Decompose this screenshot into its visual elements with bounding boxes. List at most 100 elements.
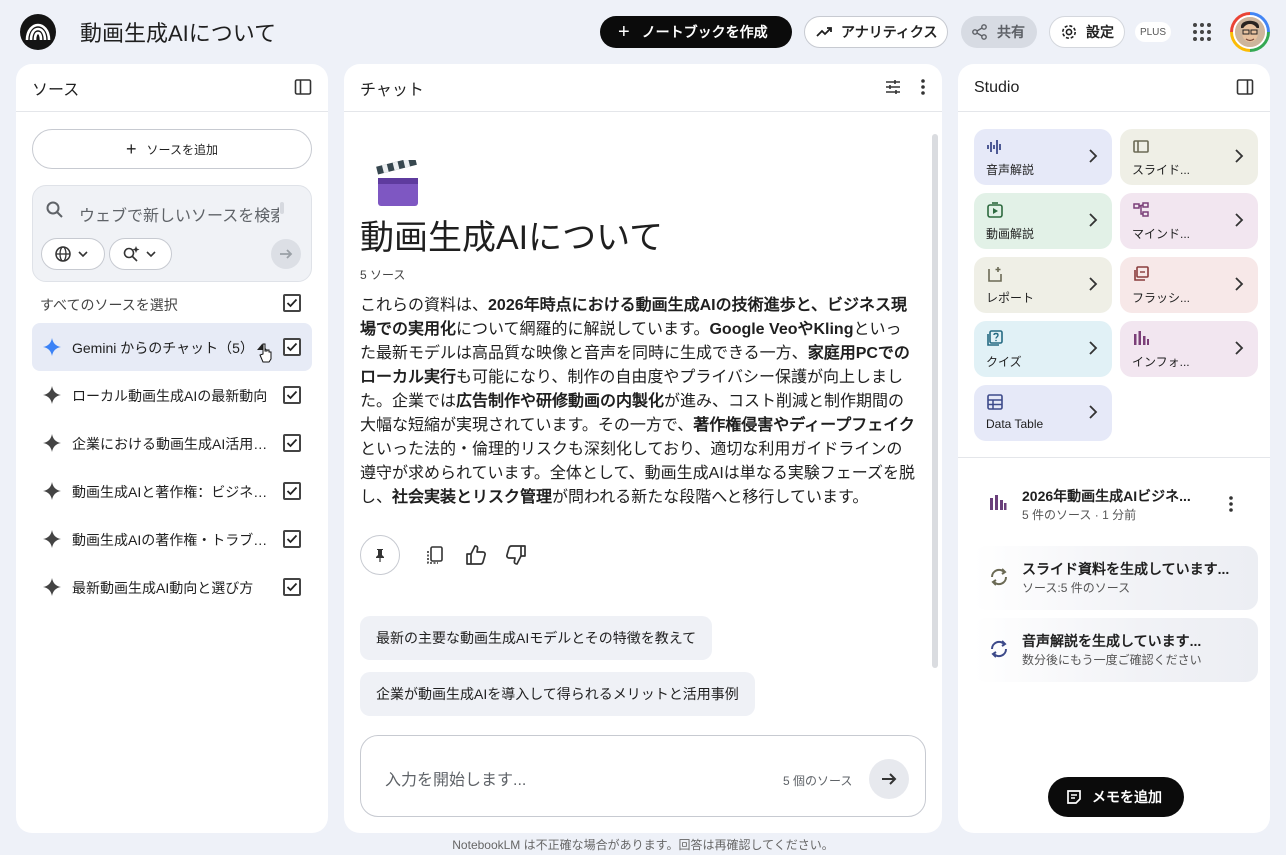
chevron-right-icon xyxy=(1089,213,1098,227)
notebooklm-logo-icon[interactable] xyxy=(20,14,56,50)
source-checkbox[interactable] xyxy=(283,434,301,452)
sources-panel-header: ソース xyxy=(16,64,328,112)
sparkle-icon xyxy=(43,578,61,596)
plan-badge: PLUS xyxy=(1135,22,1171,42)
studio-tile[interactable]: スライド... xyxy=(1120,129,1258,185)
source-checkbox[interactable] xyxy=(283,386,301,404)
suggested-question-chip[interactable]: 最新の主要な動画生成AIモデルとその特徴を教えて xyxy=(360,616,713,660)
chevron-down-icon xyxy=(78,251,88,258)
apps-grid-icon[interactable] xyxy=(1192,22,1212,42)
source-item[interactable]: 動画生成AIと著作権：ビジネ… xyxy=(32,467,312,515)
add-memo-label: メモを追加 xyxy=(1092,789,1162,805)
arrow-right-icon xyxy=(280,249,293,259)
copy-icon xyxy=(427,546,443,564)
share-button[interactable]: 共有 xyxy=(961,16,1037,48)
note-title: 音声解説を生成しています... xyxy=(1022,633,1202,649)
chat-input-box[interactable]: 入力を開始します... 5 個のソース xyxy=(360,735,926,817)
arrow-right-icon xyxy=(882,773,897,785)
thumbs-up-button[interactable] xyxy=(462,535,490,575)
send-button[interactable] xyxy=(869,759,909,799)
studio-note-item[interactable]: 2026年動画生成AIビジネ... 5 件のソース · 1 分前 xyxy=(974,473,1258,537)
copy-button[interactable] xyxy=(422,535,448,575)
note-subtitle: 数分後にもう一度ご確認ください xyxy=(1022,653,1202,667)
collapse-panel-icon[interactable] xyxy=(1236,78,1254,96)
tune-settings-icon[interactable] xyxy=(884,78,902,96)
create-notebook-button[interactable]: + ノートブックを作成 xyxy=(600,16,792,48)
chevron-right-icon xyxy=(1089,405,1098,419)
add-source-button[interactable]: + ソースを追加 xyxy=(32,129,312,169)
studio-tile[interactable]: クイズ xyxy=(974,321,1112,377)
source-item[interactable]: 最新動画生成AI動向と選び方 xyxy=(32,563,312,611)
summary-text: これらの資料は、 xyxy=(360,297,489,314)
chat-scrollbar[interactable] xyxy=(932,134,938,668)
infographic-icon xyxy=(1134,331,1149,345)
chat-panel-header: チャット xyxy=(344,64,942,112)
analytics-button[interactable]: アナリティクス xyxy=(804,16,948,48)
page-title[interactable]: 動画生成AIについて xyxy=(80,16,276,48)
audio-waveform-icon xyxy=(987,140,1001,154)
suggested-question-chip[interactable]: 企業が動画生成AIを導入して得られるメリットと活用事例 xyxy=(360,672,755,716)
plus-icon: + xyxy=(618,21,630,43)
summary-highlight: Google VeoやKling xyxy=(709,321,854,338)
thumbs-down-button[interactable] xyxy=(502,535,530,575)
studio-tile[interactable]: 音声解説 xyxy=(974,129,1112,185)
disclaimer-footer: NotebookLM は不正確な場合があります。回答は再確認してください。 xyxy=(452,838,834,852)
studio-generating-item: 音声解説を生成しています... 数分後にもう一度ご確認ください xyxy=(974,618,1258,682)
create-notebook-label: ノートブックを作成 xyxy=(641,24,768,40)
studio-tile[interactable]: 動画解説 xyxy=(974,193,1112,249)
studio-tile[interactable]: レポート xyxy=(974,257,1112,313)
sparkle-icon xyxy=(43,386,61,404)
source-item[interactable]: ローカル動画生成AIの最新動向 xyxy=(32,371,312,419)
source-item-label: 動画生成AIと著作権：ビジネ… xyxy=(72,484,268,500)
collapse-panel-icon[interactable] xyxy=(294,78,312,96)
source-item-label: ローカル動画生成AIの最新動向 xyxy=(72,388,268,404)
research-mode-dropdown[interactable] xyxy=(109,238,172,270)
source-item[interactable]: 動画生成AIの著作権・トラブ… xyxy=(32,515,312,563)
chevron-down-icon xyxy=(146,251,156,258)
sparkle-icon xyxy=(43,530,61,548)
note-subtitle: 5 件のソース · 1 分前 xyxy=(1022,508,1137,522)
source-checkbox[interactable] xyxy=(283,530,301,548)
chevron-right-icon xyxy=(1089,149,1098,163)
studio-tile[interactable]: Data Table xyxy=(974,385,1112,441)
studio-tile-label: マインド... xyxy=(1132,227,1191,241)
save-to-note-button[interactable] xyxy=(360,535,400,575)
web-source-dropdown[interactable] xyxy=(41,238,105,270)
source-checkbox[interactable] xyxy=(283,578,301,596)
check-icon xyxy=(286,390,298,400)
more-vert-icon[interactable] xyxy=(920,78,926,96)
studio-panel-title: Studio xyxy=(974,78,1020,96)
search-scrollbar[interactable] xyxy=(280,202,284,214)
source-checkbox[interactable] xyxy=(283,338,301,356)
flashcard-icon xyxy=(1134,266,1149,281)
studio-tile-label: スライド... xyxy=(1132,163,1191,177)
chevron-right-icon xyxy=(1235,213,1244,227)
data-table-icon xyxy=(987,394,1003,410)
summary-text: が問われる新たな段階へと移行しています。 xyxy=(552,489,869,506)
account-avatar[interactable] xyxy=(1230,12,1270,52)
input-source-count: 5 個のソース xyxy=(783,774,853,788)
add-memo-button[interactable]: メモを追加 xyxy=(1048,777,1184,817)
source-item[interactable]: 企業における動画生成AI活用… xyxy=(32,419,312,467)
submit-search-button[interactable] xyxy=(271,239,301,269)
studio-tile[interactable]: インフォ... xyxy=(1120,321,1258,377)
source-item-label: 企業における動画生成AI活用… xyxy=(72,436,268,452)
chat-input[interactable]: 入力を開始します... xyxy=(385,766,526,790)
studio-tile[interactable]: フラッシ... xyxy=(1120,257,1258,313)
studio-tile[interactable]: マインド... xyxy=(1120,193,1258,249)
note-add-icon xyxy=(1067,790,1081,804)
search-input[interactable]: ウェブで新しいソースを検索 xyxy=(79,202,279,226)
settings-button[interactable]: 設定 xyxy=(1049,16,1125,48)
web-source-search: ウェブで新しいソースを検索 xyxy=(32,185,312,282)
note-title: スライド資料を生成しています... xyxy=(1022,561,1230,577)
chat-panel: チャット 動画生成AIについて 5 ソース これらの資料は、2026年時点におけ… xyxy=(344,64,942,833)
check-icon xyxy=(286,582,298,592)
summary-highlight: 広告制作や研修動画の内製化 xyxy=(456,393,665,410)
studio-tile-label: 動画解説 xyxy=(986,227,1035,241)
sync-icon xyxy=(990,568,1008,586)
select-all-checkbox[interactable] xyxy=(283,294,301,312)
source-checkbox[interactable] xyxy=(283,482,301,500)
source-item[interactable]: Gemini からのチャット（5） xyxy=(32,323,312,371)
more-vert-icon[interactable] xyxy=(1228,495,1234,513)
source-item-label: 動画生成AIの著作権・トラブ… xyxy=(72,532,268,548)
